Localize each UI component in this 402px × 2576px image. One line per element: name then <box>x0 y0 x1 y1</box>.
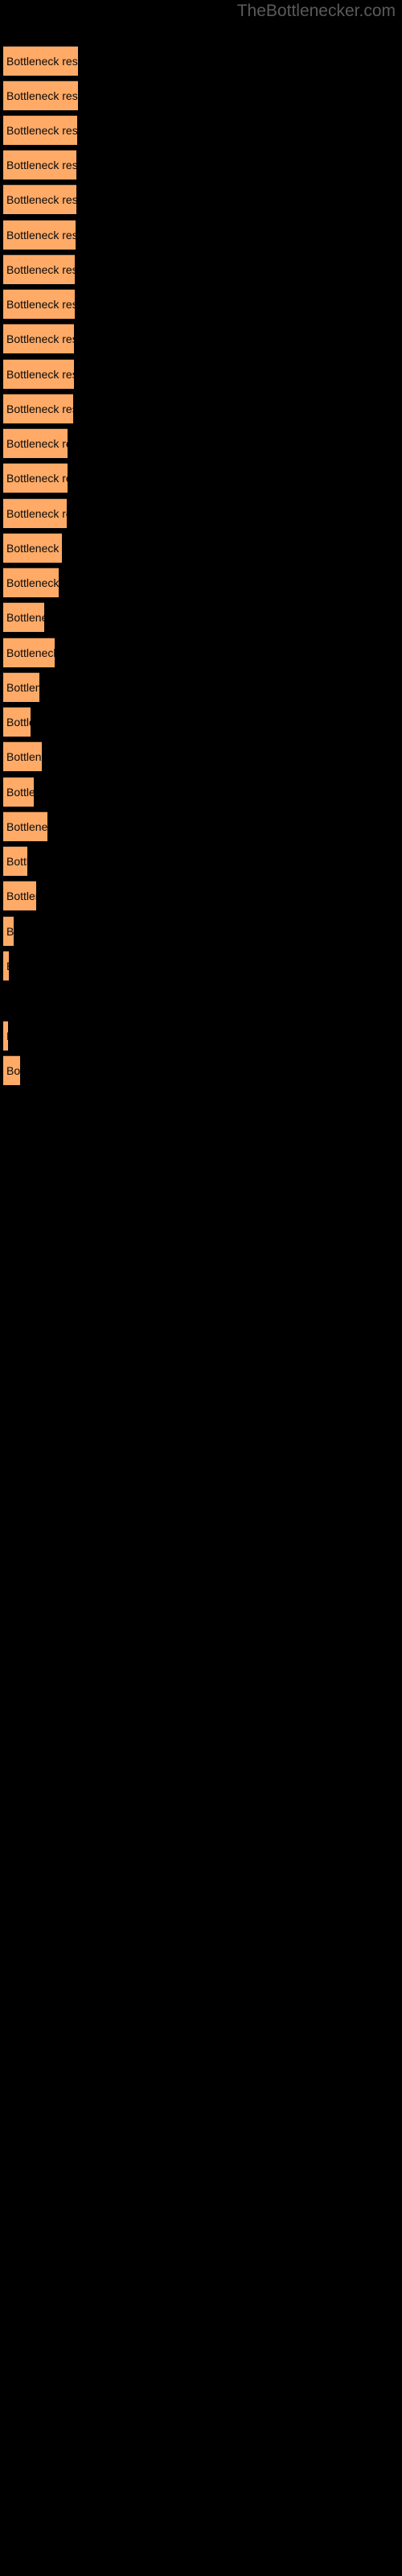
bar-label-clip: Bottleneck result <box>3 428 68 459</box>
bar-label: Bottleneck result <box>6 750 42 763</box>
bar-label-clip: Bottleneck result <box>3 184 76 215</box>
bar-label: Bottleneck result <box>6 681 39 694</box>
bar-label-clip: Bottleneck result <box>3 324 74 354</box>
bar-row: Bottleneck result <box>0 741 402 776</box>
bar-row: Bottleneck result <box>0 254 402 289</box>
bar-label-clip: Bottleneck result <box>3 463 68 493</box>
bar-row: Bottleneck result <box>0 220 402 254</box>
bar-label: Bottleneck result <box>6 229 76 242</box>
bar-label-clip: Bottleneck result <box>3 707 31 737</box>
bar-label-clip: Bottleneck result <box>3 777 34 807</box>
bar-label: Bottleneck result <box>6 89 78 102</box>
bar-label-clip: Bottleneck result <box>3 150 76 180</box>
bar-label-clip: Bottleneck result <box>3 811 47 842</box>
bar-label: Bottleneck result <box>6 646 55 659</box>
bar-label: Bottleneck result <box>6 925 14 938</box>
bar-label: Bottleneck result <box>6 368 74 381</box>
bar-row: Bottleneck result <box>0 951 402 985</box>
bar-row <box>0 985 402 1020</box>
bar-row: Bottleneck result <box>0 707 402 741</box>
bar-label-clip: Bottleneck result <box>3 254 75 285</box>
bar-label: Bottleneck result <box>6 786 34 799</box>
bar-label: Bottleneck result <box>6 716 31 729</box>
bar-row: Bottleneck result <box>0 811 402 846</box>
bar-row: Bottleneck result <box>0 846 402 881</box>
bar-row: Bottleneck result <box>0 428 402 463</box>
bottleneck-chart: TheBottlenecker.com Bottleneck resultBot… <box>0 0 402 2576</box>
bar-label-clip: Bottleneck result <box>3 1055 20 1086</box>
bar-row: Bottleneck result <box>0 150 402 184</box>
bar-label: Bottleneck result <box>6 472 68 485</box>
bar-row: Bottleneck result <box>0 568 402 602</box>
bar-label: Bottleneck result <box>6 855 27 868</box>
bar-label-clip: Bottleneck result <box>3 951 9 981</box>
bar-label-clip: Bottleneck result <box>3 638 55 668</box>
bar-row: Bottleneck result <box>0 672 402 707</box>
bar-label: Bottleneck result <box>6 402 73 415</box>
bar-label-clip: Bottleneck result <box>3 289 75 320</box>
bar-label-clip: Bottleneck result <box>3 1021 8 1051</box>
bar-row: Bottleneck result <box>0 1021 402 1055</box>
bar-label: Bottleneck result <box>6 1064 20 1077</box>
bar-label: Bottleneck result <box>6 820 47 833</box>
bar-label-clip: Bottleneck result <box>3 916 14 947</box>
bar-label-clip: Bottleneck result <box>3 394 73 424</box>
chart-plot-area: Bottleneck result Bottleneck result Bottle… <box>0 0 402 2576</box>
bar-label-clip: Bottleneck result <box>3 220 76 250</box>
bar-row: Bottleneck result <box>0 46 402 80</box>
bar-row: Bottleneck result <box>0 533 402 568</box>
bar-row: Bottleneck result <box>0 881 402 915</box>
bar-label: Bottleneck result <box>6 124 77 137</box>
bar-label-clip: Bottleneck result <box>3 80 78 111</box>
bar-row: Bottleneck result <box>0 289 402 324</box>
bar-row: Bottleneck result <box>0 394 402 428</box>
bar-label: Bottleneck result <box>6 576 59 589</box>
bar-row: Bottleneck result <box>0 1055 402 1090</box>
bar-label: Bottleneck result <box>6 1021 8 1051</box>
bar-label-clip: Bottleneck result <box>3 741 42 772</box>
bar-label-clip: Bottleneck result <box>3 498 67 529</box>
bar-row: Bottleneck result <box>0 359 402 394</box>
bar-label: Bottleneck result <box>6 159 76 171</box>
bar-row: Bottleneck result <box>0 498 402 533</box>
bar-row: Bottleneck result <box>0 80 402 115</box>
bar-row: Bottleneck result <box>0 324 402 358</box>
bar-row: Bottleneck result <box>0 115 402 150</box>
bar-label-clip: Bottleneck result <box>3 115 77 146</box>
bar-label-clip: Bottleneck result <box>3 568 59 598</box>
bar-label: Bottleneck result <box>6 951 9 981</box>
bar-label: Bottleneck result <box>6 55 78 68</box>
bar-label: Bottleneck result <box>6 332 74 345</box>
bar-label-clip: Bottleneck result <box>3 46 78 76</box>
bar-row: Bottleneck result <box>0 638 402 672</box>
bar-label: Bottleneck result <box>6 193 76 206</box>
bar-label-clip: Bottleneck result <box>3 672 39 703</box>
bar-label-clip: Bottleneck result <box>3 359 74 390</box>
bar-row: Bottleneck result <box>0 602 402 637</box>
bar-label: Bottleneck result <box>6 507 67 520</box>
bar-label-clip: Bottleneck result <box>3 846 27 877</box>
bar-row: Bottleneck result <box>0 916 402 951</box>
bar-row: Bottleneck result <box>0 463 402 497</box>
bar-label: Bottleneck result <box>6 298 75 311</box>
bar-label: Bottleneck result <box>6 611 44 624</box>
bar-label-clip: Bottleneck result <box>3 602 44 633</box>
bar-label: Bottleneck result <box>6 890 36 902</box>
bar-label: Bottleneck result <box>6 263 75 276</box>
bar-label-clip: Bottleneck result <box>3 533 62 564</box>
bar-label: Bottleneck result <box>6 542 62 555</box>
bar-label-clip: Bottleneck result <box>3 881 36 911</box>
bar-label: Bottleneck result <box>6 437 68 450</box>
bar-row: Bottleneck result <box>0 777 402 811</box>
bar-row: Bottleneck result <box>0 184 402 219</box>
